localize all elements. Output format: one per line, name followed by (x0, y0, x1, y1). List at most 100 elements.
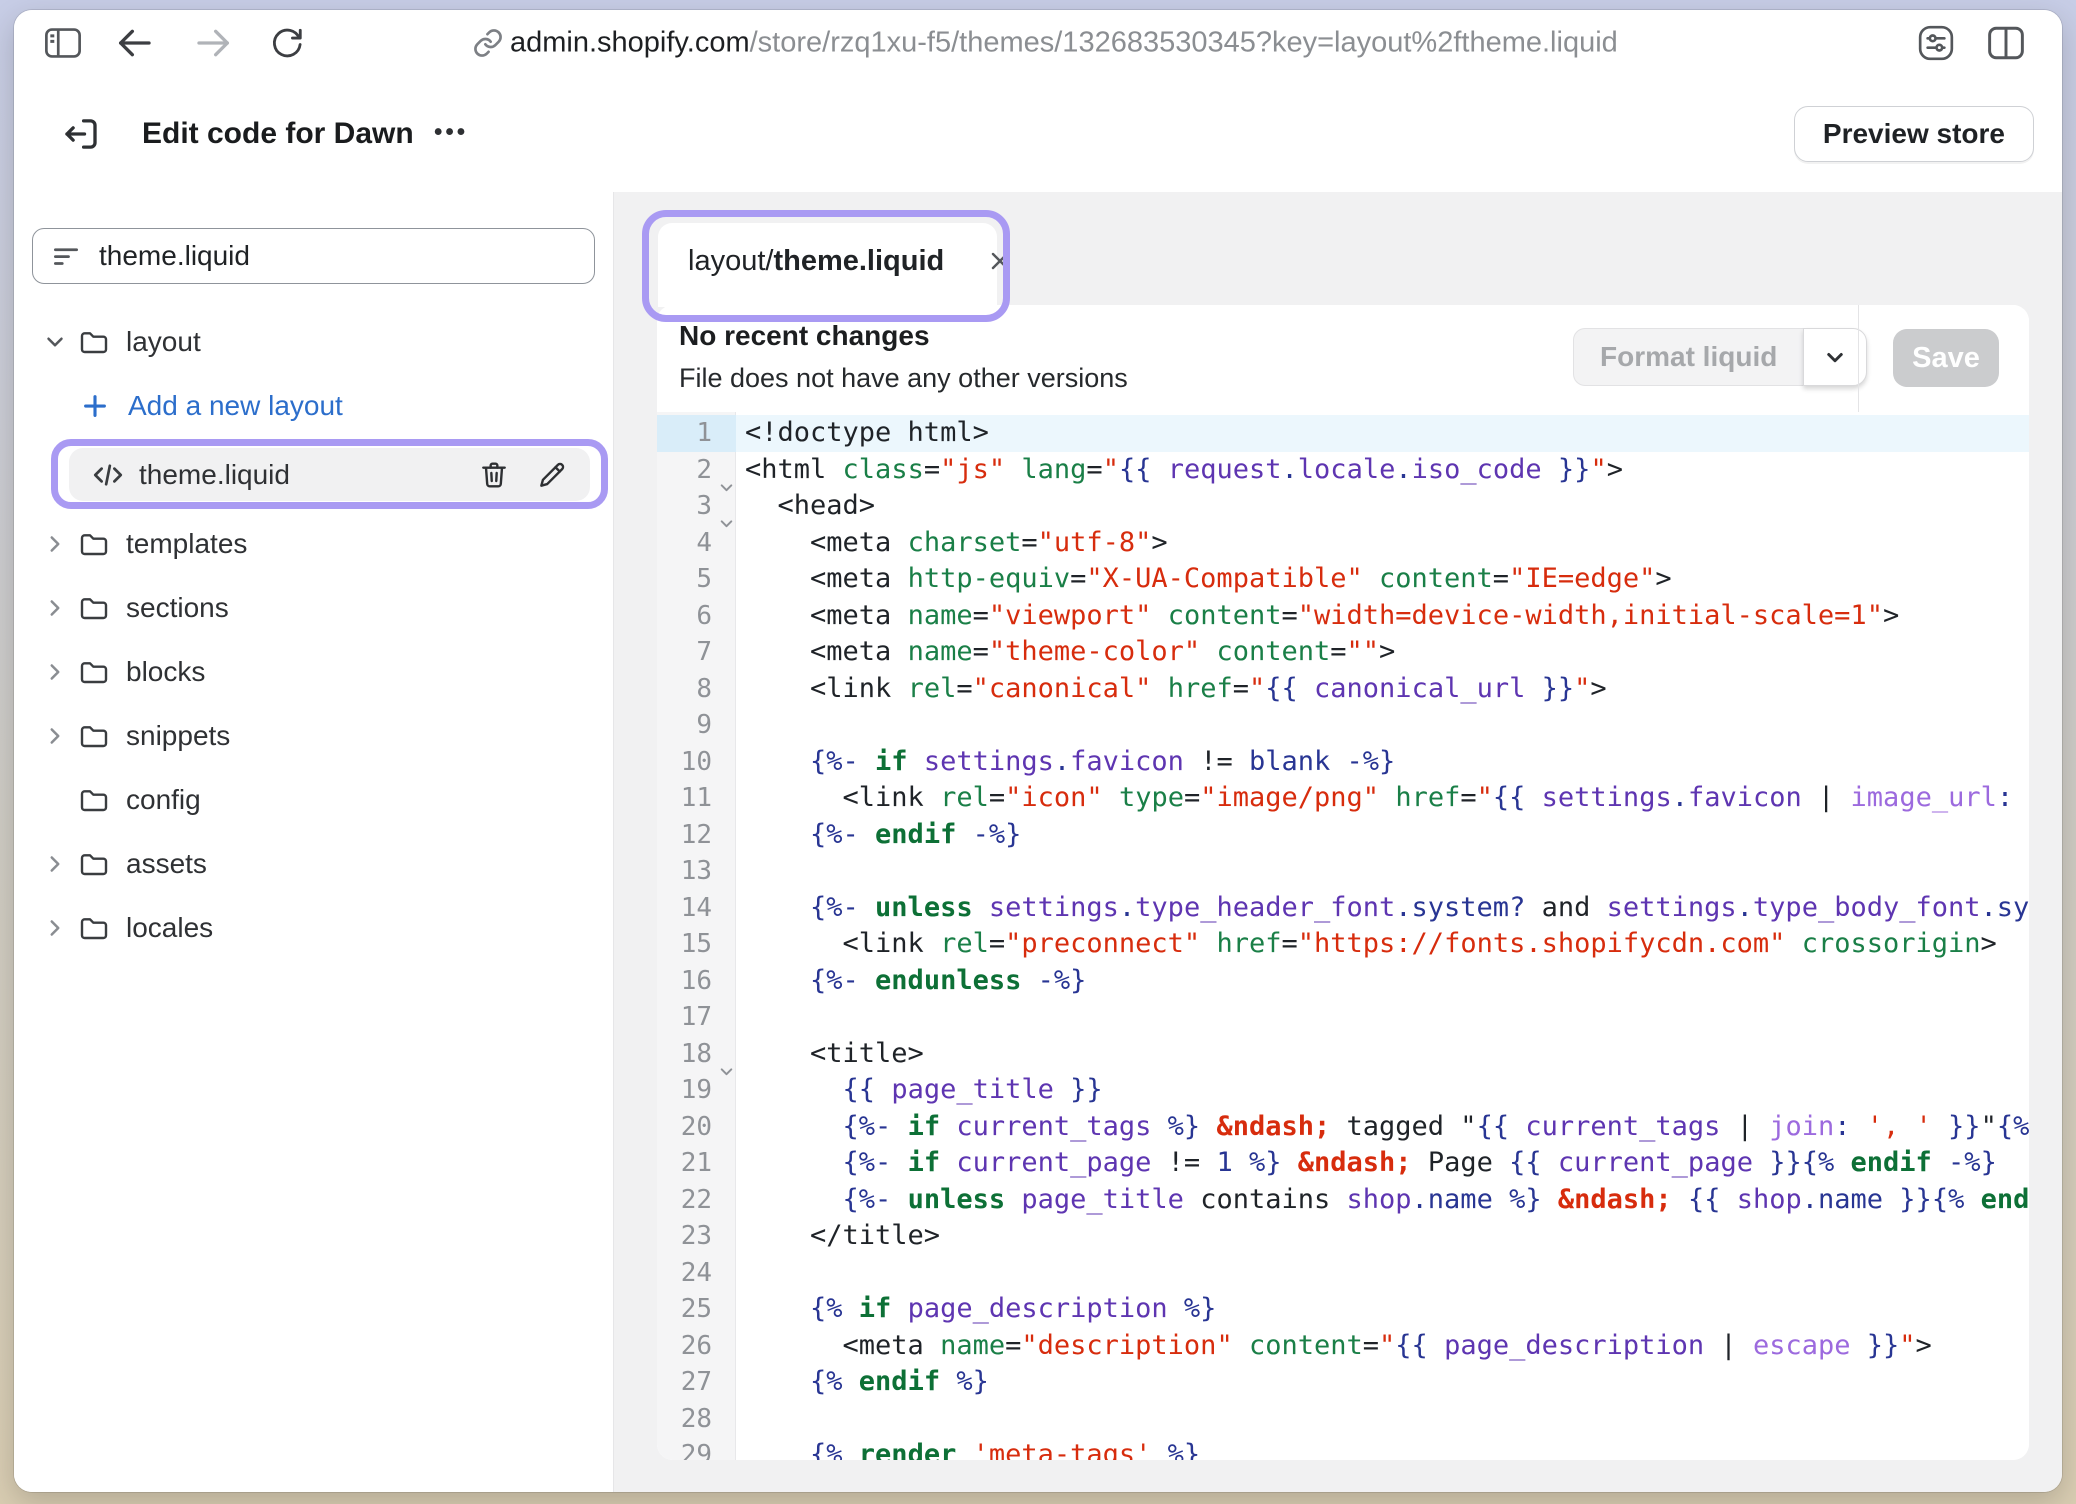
code-text: <link rel="preconnect" href="https://fon… (736, 926, 2029, 963)
sidebar-toggle-icon[interactable] (44, 27, 82, 59)
code-text (736, 1255, 2029, 1292)
code-line[interactable]: 16 {%- endunless -%} (657, 963, 2029, 1000)
code-line[interactable]: 9 (657, 707, 2029, 744)
folder-label: blocks (126, 656, 205, 688)
line-number: 15 (657, 926, 736, 963)
code-line[interactable]: 27 {% endif %} (657, 1364, 2029, 1401)
selected-file[interactable]: theme.liquid (69, 448, 590, 501)
code-line[interactable]: 13 (657, 853, 2029, 890)
split-view-icon[interactable] (1986, 25, 2026, 61)
sidebar-item-locales[interactable]: locales (14, 896, 613, 960)
sidebar-item-templates[interactable]: templates (14, 512, 613, 576)
code-line[interactable]: 11 <link rel="icon" type="image/png" hre… (657, 780, 2029, 817)
code-icon (91, 460, 125, 490)
code-line[interactable]: 7 <meta name="theme-color" content=""> (657, 634, 2029, 671)
page-title: Edit code for Dawn (142, 117, 414, 151)
code-text: {%- endif -%} (736, 817, 2029, 854)
code-line[interactable]: 3 <head> (657, 488, 2029, 525)
code-text: <meta name="description" content="{{ pag… (736, 1328, 2029, 1365)
browser-window: admin.shopify.com/store/rzq1xu-f5/themes… (14, 10, 2062, 1492)
code-text (736, 1401, 2029, 1438)
chevron-right-icon[interactable] (42, 595, 68, 621)
code-line[interactable]: 2<html class="js" lang="{{ request.local… (657, 452, 2029, 489)
file-tree: layout Add a new layout theme.liquid templa… (14, 310, 613, 960)
code-editor[interactable]: 1<!doctype html>2<html class="js" lang="… (657, 412, 2029, 1460)
code-line[interactable]: 1<!doctype html> (657, 415, 2029, 452)
code-line[interactable]: 15 <link rel="preconnect" href="https://… (657, 926, 2029, 963)
sidebar-item-blocks[interactable]: blocks (14, 640, 613, 704)
code-text: {%- unless page_title contains shop.name… (736, 1182, 2029, 1219)
sidebar-item-sections[interactable]: sections (14, 576, 613, 640)
tab-label: layout/theme.liquid (688, 245, 944, 278)
toolbar-divider (1858, 305, 1859, 412)
search-input[interactable] (97, 239, 576, 273)
chevron-right-icon[interactable] (42, 659, 68, 685)
folder-label: layout (126, 326, 201, 358)
close-icon[interactable] (986, 247, 1014, 275)
line-number: 19 (657, 1072, 736, 1109)
plus-icon (80, 391, 110, 421)
sidebar-item-layout[interactable]: layout (14, 310, 613, 374)
code-line[interactable]: 4 <meta charset="utf-8"> (657, 525, 2029, 562)
code-line[interactable]: 5 <meta http-equiv="X-UA-Compatible" con… (657, 561, 2029, 598)
code-line[interactable]: 17 (657, 999, 2029, 1036)
code-line[interactable]: 23 </title> (657, 1218, 2029, 1255)
add-new-layout-action[interactable]: Add a new layout (14, 374, 613, 438)
forward-icon[interactable] (194, 26, 234, 60)
code-line[interactable]: 12 {%- endif -%} (657, 817, 2029, 854)
line-number: 1 (657, 415, 736, 452)
code-text: <!doctype html> (736, 415, 2029, 452)
sidebar-item-config[interactable]: config (14, 768, 613, 832)
code-line[interactable]: 20 {%- if current_tags %} &ndash; tagged… (657, 1109, 2029, 1146)
url-host: admin.shopify.com (510, 27, 750, 59)
code-line[interactable]: 25 {% if page_description %} (657, 1291, 2029, 1328)
code-line[interactable]: 21 {%- if current_page != 1 %} &ndash; P… (657, 1145, 2029, 1182)
chevron-right-icon[interactable] (42, 915, 68, 941)
code-line[interactable]: 26 <meta name="description" content="{{ … (657, 1328, 2029, 1365)
code-line[interactable]: 19 {{ page_title }} (657, 1072, 2029, 1109)
code-line[interactable]: 6 <meta name="viewport" content="width=d… (657, 598, 2029, 635)
open-file-tab[interactable]: layout/theme.liquid (658, 223, 997, 307)
code-text (736, 853, 2029, 890)
line-number: 10 (657, 744, 736, 781)
pencil-icon[interactable] (536, 459, 568, 491)
sidebar-item-theme-liquid[interactable]: theme.liquid (14, 438, 613, 512)
url-bar[interactable]: admin.shopify.com/store/rzq1xu-f5/themes… (510, 27, 1618, 60)
chevron-right-icon[interactable] (42, 723, 68, 749)
folder-icon (78, 593, 110, 623)
sidebar-item-snippets[interactable]: snippets (14, 704, 613, 768)
code-line[interactable]: 29 {% render 'meta-tags' %} (657, 1437, 2029, 1460)
code-line[interactable]: 18 <title> (657, 1036, 2029, 1073)
code-text: {%- unless settings.type_header_font.sys… (736, 890, 2029, 927)
format-liquid-label[interactable]: Format liquid (1573, 328, 1803, 386)
code-line[interactable]: 28 (657, 1401, 2029, 1438)
page-settings-icon[interactable] (1916, 23, 1956, 63)
back-icon[interactable] (114, 26, 154, 60)
code-line[interactable]: 10 {%- if settings.favicon != blank -%} (657, 744, 2029, 781)
trash-icon[interactable] (478, 459, 510, 491)
preview-store-button[interactable]: Preview store (1794, 106, 2034, 162)
line-number: 13 (657, 853, 736, 890)
code-line[interactable]: 24 (657, 1255, 2029, 1292)
file-search[interactable] (32, 228, 595, 284)
line-number: 3 (657, 488, 736, 525)
browser-toolbar: admin.shopify.com/store/rzq1xu-f5/themes… (14, 10, 2062, 77)
chevron-down-icon[interactable] (42, 329, 68, 355)
more-menu-icon[interactable]: ••• (434, 118, 468, 146)
reload-icon[interactable] (268, 25, 304, 61)
sidebar-item-assets[interactable]: assets (14, 832, 613, 896)
line-number: 4 (657, 525, 736, 562)
version-status-title: No recent changes (679, 320, 930, 352)
code-text: <link rel="canonical" href="{{ canonical… (736, 671, 2029, 708)
format-liquid-button[interactable]: Format liquid (1573, 328, 1867, 386)
code-line[interactable]: 22 {%- unless page_title contains shop.n… (657, 1182, 2029, 1219)
line-number: 28 (657, 1401, 736, 1438)
code-line[interactable]: 8 <link rel="canonical" href="{{ canonic… (657, 671, 2029, 708)
code-line[interactable]: 14 {%- unless settings.type_header_font.… (657, 890, 2029, 927)
exit-icon[interactable] (60, 113, 102, 155)
chevron-right-icon[interactable] (42, 851, 68, 877)
line-number: 23 (657, 1218, 736, 1255)
code-text: <meta charset="utf-8"> (736, 525, 2029, 562)
chevron-right-icon[interactable] (42, 531, 68, 557)
save-button[interactable]: Save (1893, 329, 1999, 387)
